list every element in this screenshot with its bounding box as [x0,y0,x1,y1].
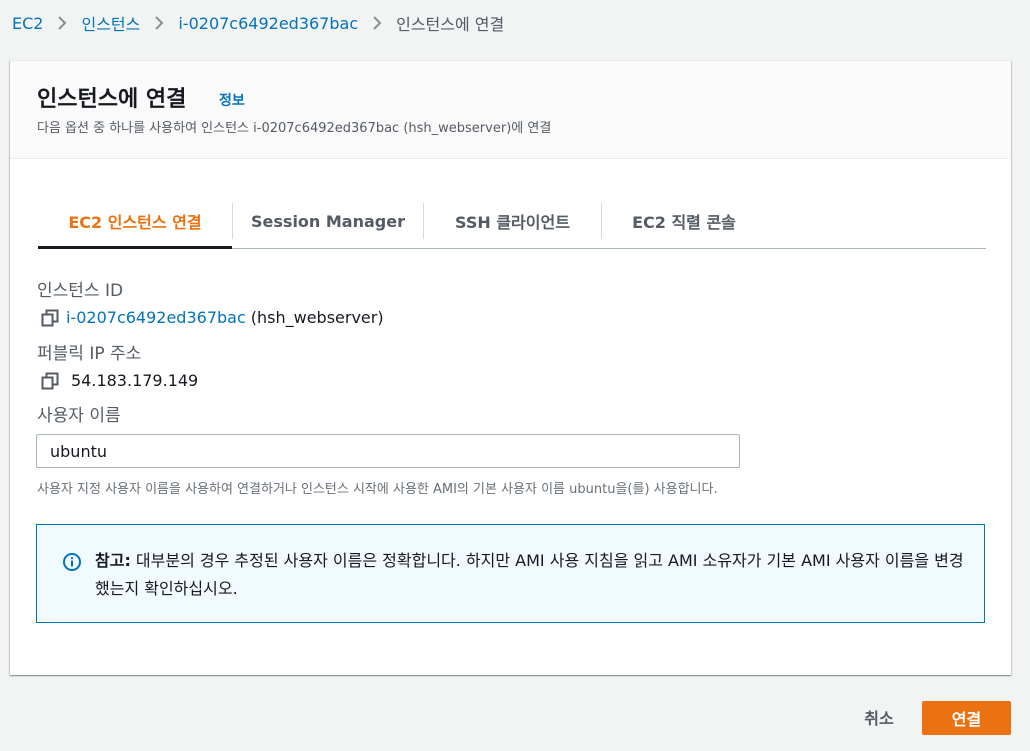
connect-panel: 인스턴스에 연결 정보 다음 옵션 중 하나를 사용하여 인스턴스 i-0207… [10,60,1011,675]
page-title: 인스턴스에 연결 [37,87,187,112]
breadcrumb: EC2 인스턴스 i-0207c6492ed367bac 인스턴스에 연결 [12,10,504,36]
username-hint: 사용자 지정 사용자 이름을 사용하여 연결하거나 인스턴스 시작에 사용한 A… [37,482,718,497]
instance-name: (hsh_webserver) [250,308,384,327]
breadcrumb-instances[interactable]: 인스턴스 [81,11,140,35]
connection-tabs: EC2 인스턴스 연결 Session Manager SSH 클라이언트 EC… [38,194,986,249]
instance-id-link[interactable]: i-0207c6492ed367bac [66,308,246,327]
tab-ec2-serial-console[interactable]: EC2 직렬 콘솔 [602,194,766,248]
instance-id-label: 인스턴스 ID [37,281,124,301]
connect-button[interactable]: 연결 [922,701,1011,735]
copy-icon[interactable] [41,309,59,327]
public-ip-row: 54.183.179.149 [41,371,198,390]
tab-session-manager[interactable]: Session Manager [233,194,423,248]
panel-description: 다음 옵션 중 하나를 사용하여 인스턴스 i-0207c6492ed367ba… [37,121,552,136]
public-ip-label: 퍼블릭 IP 주소 [37,344,142,364]
breadcrumb-instance-id[interactable]: i-0207c6492ed367bac [178,14,358,33]
breadcrumb-ec2[interactable]: EC2 [12,14,43,33]
copy-icon[interactable] [41,372,59,390]
public-ip-value: 54.183.179.149 [71,371,199,390]
tab-ssh-client[interactable]: SSH 클라이언트 [424,194,601,248]
panel-header: 인스턴스에 연결 정보 다음 옵션 중 하나를 사용하여 인스턴스 i-0207… [10,61,1011,159]
chevron-right-icon [57,15,67,31]
note-label: 참고: [95,551,131,570]
note-body: 대부분의 경우 추정된 사용자 이름은 정확합니다. 하지만 AMI 사용 지침… [95,551,964,598]
info-circle-icon [63,553,81,571]
cancel-button[interactable]: 취소 [842,700,916,734]
info-alert-text: 참고: 대부분의 경우 추정된 사용자 이름은 정확합니다. 하지만 AMI 사… [95,547,965,603]
breadcrumb-current: 인스턴스에 연결 [396,15,505,34]
chevron-right-icon [372,15,382,31]
tab-ec2-instance-connect[interactable]: EC2 인스턴스 연결 [38,194,232,249]
username-label: 사용자 이름 [37,406,121,426]
chevron-right-icon [154,15,164,31]
info-alert: 참고: 대부분의 경우 추정된 사용자 이름은 정확합니다. 하지만 AMI 사… [36,524,985,623]
username-input[interactable] [36,434,740,468]
info-link[interactable]: 정보 [219,90,245,110]
instance-id-row: i-0207c6492ed367bac (hsh_webserver) [41,308,384,327]
